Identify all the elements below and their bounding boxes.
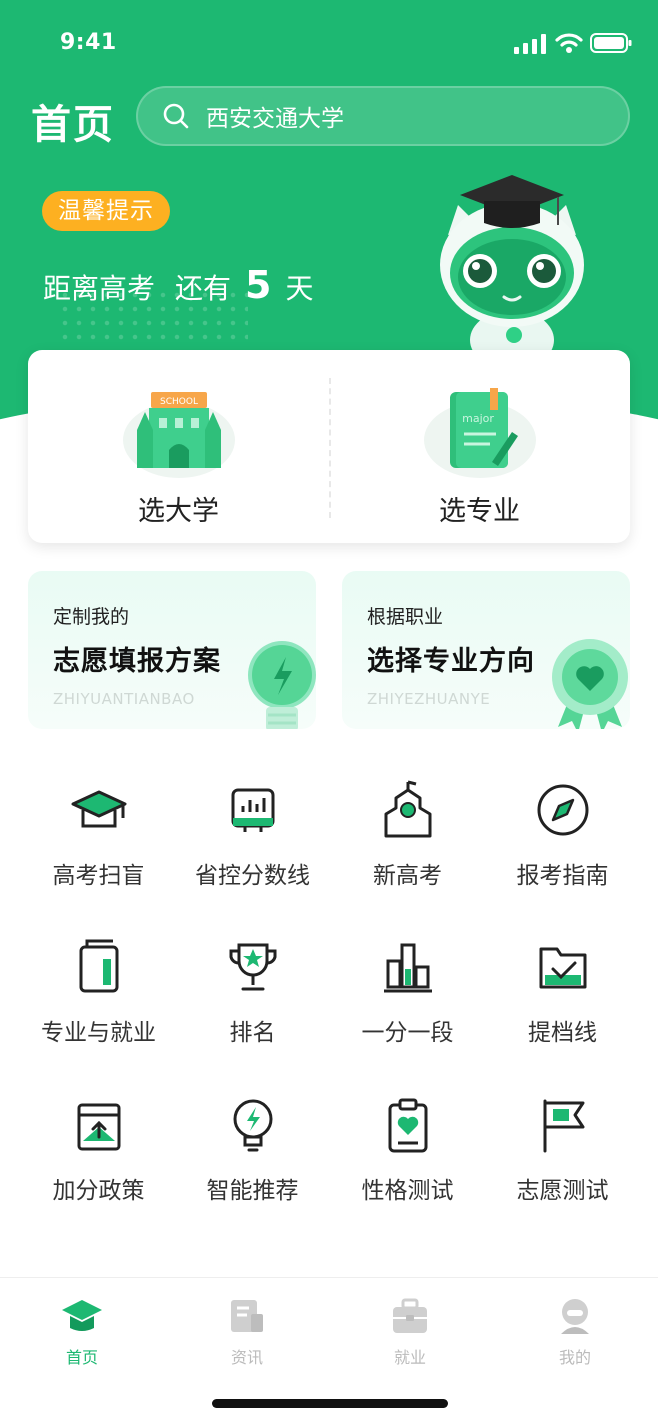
grid-item-score-line[interactable]: 省控分数线 bbox=[175, 770, 330, 910]
grid-item-label: 智能推荐 bbox=[206, 1178, 299, 1204]
compass-icon bbox=[537, 784, 588, 836]
major-book-icon: major bbox=[423, 388, 536, 478]
grid-item-label: 专业与就业 bbox=[41, 1020, 156, 1046]
briefcase-icon bbox=[393, 1298, 427, 1333]
grid-item-label: 高考扫盲 bbox=[52, 863, 145, 889]
medal-icon bbox=[552, 639, 628, 729]
battery-icon bbox=[590, 33, 632, 53]
choose-major-label: 选专业 bbox=[439, 496, 520, 527]
home-indicator[interactable] bbox=[212, 1399, 448, 1408]
tab-employment[interactable]: 就业 bbox=[350, 1296, 470, 1367]
cellular-signal-icon bbox=[514, 34, 546, 54]
tab-label: 资讯 bbox=[230, 1348, 263, 1367]
banner-subtitle: ZHIYEZHUANYE bbox=[367, 690, 491, 708]
tab-news[interactable]: 资讯 bbox=[187, 1296, 307, 1367]
page-title: 首页 bbox=[31, 102, 115, 148]
grid-item-label: 志愿测试 bbox=[516, 1178, 609, 1204]
tab-label: 就业 bbox=[393, 1348, 426, 1367]
school-building-icon bbox=[384, 780, 431, 838]
folder-check-icon bbox=[539, 947, 586, 989]
countdown-days: 5 bbox=[245, 263, 272, 307]
grid-item-smart-recommend[interactable]: 智能推荐 bbox=[175, 1085, 330, 1225]
grid-item-label: 新高考 bbox=[373, 863, 442, 889]
exam-countdown: 距离高考 还有 5 天 bbox=[43, 263, 314, 307]
banner-title: 志愿填报方案 bbox=[53, 646, 221, 677]
countdown-prefix: 距离高考 bbox=[43, 272, 156, 305]
book-icon bbox=[79, 939, 118, 993]
grid-item-score-segment[interactable]: 一分一段 bbox=[330, 927, 485, 1067]
score-chart-icon bbox=[231, 788, 274, 832]
tab-home[interactable]: 首页 bbox=[22, 1296, 142, 1367]
robot-mascot-icon bbox=[440, 175, 584, 355]
choose-major-button[interactable]: major 选专业 bbox=[329, 350, 630, 543]
status-time: 9:41 bbox=[60, 30, 117, 55]
grid-item-personality-test[interactable]: 性格测试 bbox=[330, 1085, 485, 1225]
banner-subtitle: ZHIYUANTIANBAO bbox=[53, 690, 195, 708]
search-icon bbox=[163, 103, 189, 129]
grid-item-ranking[interactable]: 排名 bbox=[175, 927, 330, 1067]
grid-item-label: 性格测试 bbox=[361, 1178, 454, 1204]
grid-item-new-gaokao[interactable]: 新高考 bbox=[330, 770, 485, 910]
university-building-icon: SCHOOL bbox=[122, 392, 235, 478]
tip-badge: 温馨提示 bbox=[42, 191, 170, 231]
profile-icon bbox=[561, 1299, 589, 1334]
banner-volunteer-plan[interactable]: 定制我的 志愿填报方案 ZHIYUANTIANBAO bbox=[28, 571, 316, 729]
flag-icon bbox=[543, 1099, 584, 1153]
countdown-mid: 还有 bbox=[175, 272, 232, 305]
grid-item-volunteer-test[interactable]: 志愿测试 bbox=[485, 1085, 640, 1225]
banner-small-text: 定制我的 bbox=[53, 606, 130, 628]
news-icon bbox=[231, 1300, 263, 1332]
grid-item-gaokao-basics[interactable]: 高考扫盲 bbox=[21, 770, 176, 910]
grid-item-label: 省控分数线 bbox=[195, 863, 310, 889]
trophy-icon bbox=[229, 943, 276, 991]
tab-label: 我的 bbox=[558, 1348, 591, 1367]
grid-item-major-career[interactable]: 专业与就业 bbox=[21, 927, 176, 1067]
banner-small-text: 根据职业 bbox=[367, 606, 444, 628]
wifi-icon bbox=[555, 33, 583, 53]
heart-clipboard-icon bbox=[388, 1098, 427, 1153]
upload-card-icon bbox=[77, 1103, 120, 1151]
choose-card: SCHOOL 选大学 major 选专业 bbox=[28, 350, 630, 543]
search-bar[interactable]: 西安交通大学 bbox=[136, 86, 630, 146]
status-bar: 9:41 bbox=[0, 28, 658, 58]
grid-item-label: 提档线 bbox=[528, 1020, 597, 1046]
grid-item-admission-line[interactable]: 提档线 bbox=[485, 927, 640, 1067]
banner-title: 选择专业方向 bbox=[367, 646, 535, 677]
graduation-cap-icon bbox=[71, 790, 126, 828]
search-input-text: 西安交通大学 bbox=[206, 106, 344, 132]
home-cap-icon bbox=[62, 1300, 102, 1331]
countdown-suffix: 天 bbox=[285, 272, 314, 305]
choose-university-label: 选大学 bbox=[138, 496, 219, 527]
lightbulb-icon bbox=[248, 641, 316, 729]
major-sign: major bbox=[462, 412, 494, 425]
grid-item-label: 一分一段 bbox=[361, 1020, 454, 1046]
grid-item-bonus-policy[interactable]: 加分政策 bbox=[21, 1085, 176, 1225]
grid-item-exam-guide[interactable]: 报考指南 bbox=[485, 770, 640, 910]
grid-item-label: 排名 bbox=[229, 1020, 276, 1046]
bar-chart-icon bbox=[383, 943, 432, 993]
choose-university-button[interactable]: SCHOOL 选大学 bbox=[28, 350, 329, 543]
grid-item-label: 加分政策 bbox=[52, 1178, 145, 1204]
tab-profile[interactable]: 我的 bbox=[515, 1296, 635, 1367]
tab-label: 首页 bbox=[65, 1348, 98, 1367]
smart-bulb-icon bbox=[233, 1099, 272, 1152]
banner-career-major[interactable]: 根据职业 选择专业方向 ZHIYEZHUANYE bbox=[342, 571, 630, 729]
grid-item-label: 报考指南 bbox=[516, 863, 609, 889]
school-sign: SCHOOL bbox=[160, 397, 198, 407]
